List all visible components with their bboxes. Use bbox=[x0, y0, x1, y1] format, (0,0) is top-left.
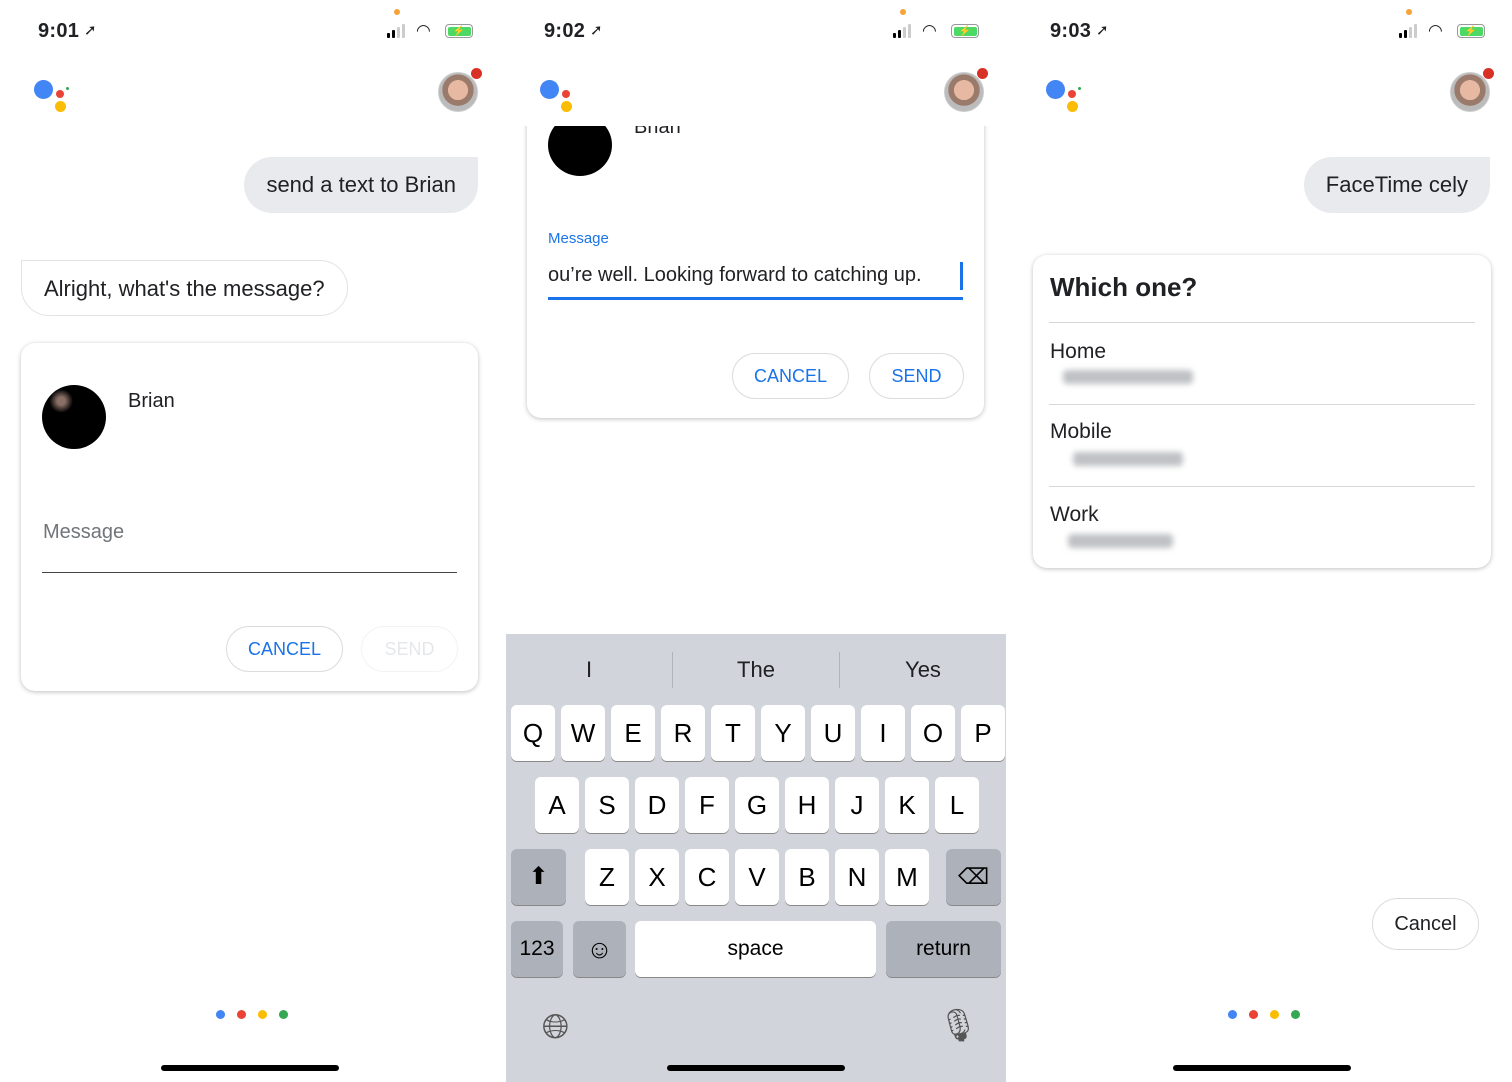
redacted-number bbox=[1063, 370, 1193, 384]
key-o[interactable]: O bbox=[911, 705, 955, 761]
key-h[interactable]: H bbox=[785, 777, 829, 833]
cancel-button[interactable]: CANCEL bbox=[732, 353, 849, 399]
key-g[interactable]: G bbox=[735, 777, 779, 833]
numbers-key[interactable]: 123 bbox=[511, 921, 563, 977]
return-key[interactable]: return bbox=[886, 921, 1001, 977]
user-query-bubble: FaceTime cely bbox=[1303, 157, 1490, 213]
shift-key[interactable]: ⬆ bbox=[511, 849, 566, 905]
home-indicator[interactable] bbox=[667, 1065, 845, 1071]
option-label: Mobile bbox=[1050, 420, 1112, 443]
mic-in-use-indicator bbox=[394, 9, 400, 15]
assistant-listening-dots bbox=[216, 1010, 288, 1019]
text-cursor bbox=[960, 262, 963, 290]
key-n[interactable]: N bbox=[835, 849, 879, 905]
screen-facetime-choose: 9:03 ➚ ◠ ⚡ FaceTime cely Which one? Home… bbox=[1012, 0, 1512, 1082]
location-arrow-icon: ➚ bbox=[1096, 22, 1109, 39]
message-input[interactable]: Message bbox=[42, 508, 457, 573]
backspace-key[interactable]: ⌫ bbox=[946, 849, 1001, 905]
key-r[interactable]: R bbox=[661, 705, 705, 761]
key-t[interactable]: T bbox=[711, 705, 755, 761]
assistant-reply-bubble: Alright, what's the message? bbox=[21, 260, 348, 316]
wifi-icon: ◠ bbox=[1428, 21, 1443, 40]
which-one-card: Which one? Home Mobile Work bbox=[1033, 255, 1491, 568]
message-placeholder: Message bbox=[43, 521, 125, 543]
notification-badge bbox=[977, 68, 988, 79]
option-mobile[interactable]: Mobile bbox=[1033, 405, 1491, 486]
message-text: ou’re well. Looking forward to catching … bbox=[548, 264, 922, 286]
user-query-bubble: send a text to Brian bbox=[244, 157, 478, 213]
screen-compose-message: Brian Message ou’re well. Looking forwar… bbox=[506, 0, 1006, 1082]
option-home[interactable]: Home bbox=[1033, 323, 1491, 404]
user-avatar[interactable] bbox=[944, 72, 984, 112]
battery-charging-icon: ⚡ bbox=[1457, 24, 1485, 38]
key-y[interactable]: Y bbox=[761, 705, 805, 761]
status-time: 9:03 bbox=[1050, 20, 1092, 42]
wifi-icon: ◠ bbox=[922, 21, 937, 40]
key-d[interactable]: D bbox=[635, 777, 679, 833]
key-k[interactable]: K bbox=[885, 777, 929, 833]
cellular-signal-icon bbox=[893, 24, 911, 38]
emoji-key[interactable]: ☺ bbox=[573, 921, 626, 977]
key-a[interactable]: A bbox=[535, 777, 579, 833]
location-arrow-icon: ➚ bbox=[84, 22, 97, 39]
space-key[interactable]: space bbox=[635, 921, 876, 977]
globe-icon[interactable]: 🌐︎ bbox=[542, 1008, 569, 1047]
key-f[interactable]: F bbox=[685, 777, 729, 833]
user-avatar[interactable] bbox=[438, 72, 478, 112]
contact-avatar bbox=[42, 385, 106, 449]
message-input[interactable]: ou’re well. Looking forward to catching … bbox=[548, 258, 963, 300]
ios-keyboard: I The Yes ⬆ ⌫ 123 ☺ space return 🌐︎ 🎙︎ Q… bbox=[506, 634, 1006, 1082]
screen-send-text: 9:01 ➚ ◠ ⚡ send a text to Brian Alright,… bbox=[0, 0, 500, 1082]
battery-charging-icon: ⚡ bbox=[951, 24, 979, 38]
mic-in-use-indicator bbox=[1406, 9, 1412, 15]
message-label: Message bbox=[548, 230, 609, 247]
suggestion-3[interactable]: Yes bbox=[840, 652, 1006, 688]
key-u[interactable]: U bbox=[811, 705, 855, 761]
option-label: Work bbox=[1050, 503, 1099, 526]
wifi-icon: ◠ bbox=[416, 21, 431, 40]
message-card: Brian Message CANCEL SEND bbox=[21, 343, 478, 691]
option-work[interactable]: Work bbox=[1033, 487, 1491, 567]
card-title: Which one? bbox=[1050, 272, 1198, 302]
cellular-signal-icon bbox=[387, 24, 405, 38]
key-z[interactable]: Z bbox=[585, 849, 629, 905]
key-i[interactable]: I bbox=[861, 705, 905, 761]
send-button[interactable]: SEND bbox=[869, 353, 964, 399]
microphone-icon[interactable]: 🎙︎ bbox=[938, 1006, 979, 1044]
mic-in-use-indicator bbox=[900, 9, 906, 15]
location-arrow-icon: ➚ bbox=[590, 22, 603, 39]
home-indicator[interactable] bbox=[161, 1065, 339, 1071]
option-label: Home bbox=[1050, 340, 1107, 363]
home-indicator[interactable] bbox=[1173, 1065, 1351, 1071]
key-l[interactable]: L bbox=[935, 777, 979, 833]
notification-badge bbox=[471, 68, 482, 79]
key-p[interactable]: P bbox=[961, 705, 1005, 761]
key-q[interactable]: Q bbox=[511, 705, 555, 761]
suggestion-1[interactable]: I bbox=[506, 652, 672, 688]
battery-charging-icon: ⚡ bbox=[445, 24, 473, 38]
redacted-number bbox=[1073, 452, 1183, 466]
key-v[interactable]: V bbox=[735, 849, 779, 905]
contact-name: Brian bbox=[128, 390, 175, 412]
notification-badge bbox=[1483, 68, 1494, 79]
key-x[interactable]: X bbox=[635, 849, 679, 905]
assistant-listening-dots bbox=[1228, 1010, 1300, 1019]
cancel-button[interactable]: Cancel bbox=[1372, 898, 1479, 950]
header: 9:02 ➚ ◠ ⚡ bbox=[506, 0, 1006, 126]
redacted-number bbox=[1068, 534, 1173, 548]
status-time: 9:02 bbox=[544, 20, 586, 42]
key-s[interactable]: S bbox=[585, 777, 629, 833]
key-m[interactable]: M bbox=[885, 849, 929, 905]
key-b[interactable]: B bbox=[785, 849, 829, 905]
key-j[interactable]: J bbox=[835, 777, 879, 833]
key-w[interactable]: W bbox=[561, 705, 605, 761]
send-button-disabled[interactable]: SEND bbox=[361, 626, 458, 672]
suggestion-2[interactable]: The bbox=[673, 652, 839, 688]
status-time: 9:01 bbox=[38, 20, 80, 42]
cellular-signal-icon bbox=[1399, 24, 1417, 38]
user-avatar[interactable] bbox=[1450, 72, 1490, 112]
key-c[interactable]: C bbox=[685, 849, 729, 905]
cancel-button[interactable]: CANCEL bbox=[226, 626, 343, 672]
key-e[interactable]: E bbox=[611, 705, 655, 761]
